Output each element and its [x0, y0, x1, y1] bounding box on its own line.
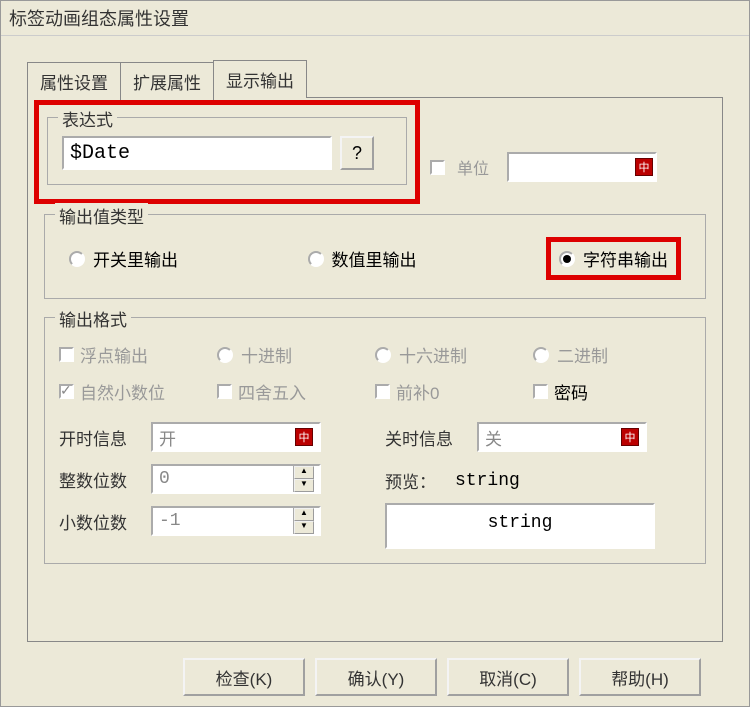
help-button[interactable]: 帮助(H): [579, 658, 701, 696]
unit-checkbox: [430, 160, 445, 175]
expression-help-button[interactable]: ?: [340, 136, 374, 170]
content-area: 属性设置 扩展属性 显示输出 表达式 ? 单位: [1, 36, 749, 706]
chk-round: 四舍五入: [217, 373, 375, 410]
on-message-input: 开 中: [151, 422, 321, 452]
int-digits-spinner: ▲▼: [151, 464, 321, 494]
tab-attribute-settings[interactable]: 属性设置: [27, 62, 121, 100]
button-row: 检查(K) 确认(Y) 取消(C) 帮助(H): [27, 642, 723, 696]
radio-decimal: 十进制: [217, 336, 375, 373]
radio-binary: 二进制: [533, 336, 691, 373]
group-output-format-title: 输出格式: [55, 306, 131, 331]
group-output-type: 输出值类型 开关里输出 数值里输出 字符串输出: [44, 214, 706, 299]
chk-pad-zero: 前补0: [375, 373, 533, 410]
ime-icon: 中: [295, 428, 313, 446]
off-message-input: 关 中: [477, 422, 647, 452]
on-message-label: 开时信息: [59, 425, 151, 450]
tab-extended-attributes[interactable]: 扩展属性: [120, 62, 214, 100]
preview-value: string: [455, 471, 520, 491]
spin-up: ▲: [294, 508, 314, 521]
int-digits-label: 整数位数: [59, 467, 151, 492]
spin-down: ▼: [294, 479, 314, 492]
chk-password[interactable]: 密码: [533, 373, 691, 410]
check-button[interactable]: 检查(K): [183, 658, 305, 696]
chk-float-output: 浮点输出: [59, 336, 217, 373]
tab-strip: 属性设置 扩展属性 显示输出: [27, 60, 723, 98]
group-expression-title: 表达式: [58, 106, 117, 131]
group-output-format: 输出格式 浮点输出 十进制 十六进制 二进制 自然小数位 四舍五入 前补0 密码…: [44, 317, 706, 564]
tab-display-output[interactable]: 显示输出: [213, 60, 307, 98]
dec-digits-spinner: ▲▼: [151, 506, 321, 536]
preview-label: 预览：: [385, 468, 455, 493]
cancel-button[interactable]: 取消(C): [447, 658, 569, 696]
group-output-type-title: 输出值类型: [55, 203, 148, 228]
ime-icon: 中: [621, 428, 639, 446]
chk-natural-decimal: 自然小数位: [59, 373, 217, 410]
group-expression: 表达式 ?: [47, 117, 407, 185]
tab-body: 表达式 ? 单位 中 输出值类型: [27, 97, 723, 642]
expression-input[interactable]: [62, 136, 332, 170]
highlight-expression: 表达式 ?: [34, 100, 420, 204]
ime-icon: 中: [635, 158, 653, 176]
radio-numeric-output[interactable]: 数值里输出: [308, 246, 417, 271]
ok-button[interactable]: 确认(Y): [315, 658, 437, 696]
window-title: 标签动画组态属性设置: [9, 9, 189, 29]
radio-switch-output[interactable]: 开关里输出: [69, 246, 178, 271]
spin-up: ▲: [294, 466, 314, 479]
radio-hex: 十六进制: [375, 336, 533, 373]
dialog-window: 标签动画组态属性设置 属性设置 扩展属性 显示输出 表达式 ?: [0, 0, 750, 707]
spin-down: ▼: [294, 521, 314, 534]
unit-label: 单位: [457, 155, 489, 179]
dec-digits-label: 小数位数: [59, 509, 151, 534]
title-bar: 标签动画组态属性设置: [1, 1, 749, 36]
preview-box: string: [385, 503, 655, 549]
highlight-string-output: 字符串输出: [546, 237, 681, 280]
radio-string-output[interactable]: 字符串输出: [559, 246, 668, 271]
off-message-label: 关时信息: [385, 425, 477, 450]
